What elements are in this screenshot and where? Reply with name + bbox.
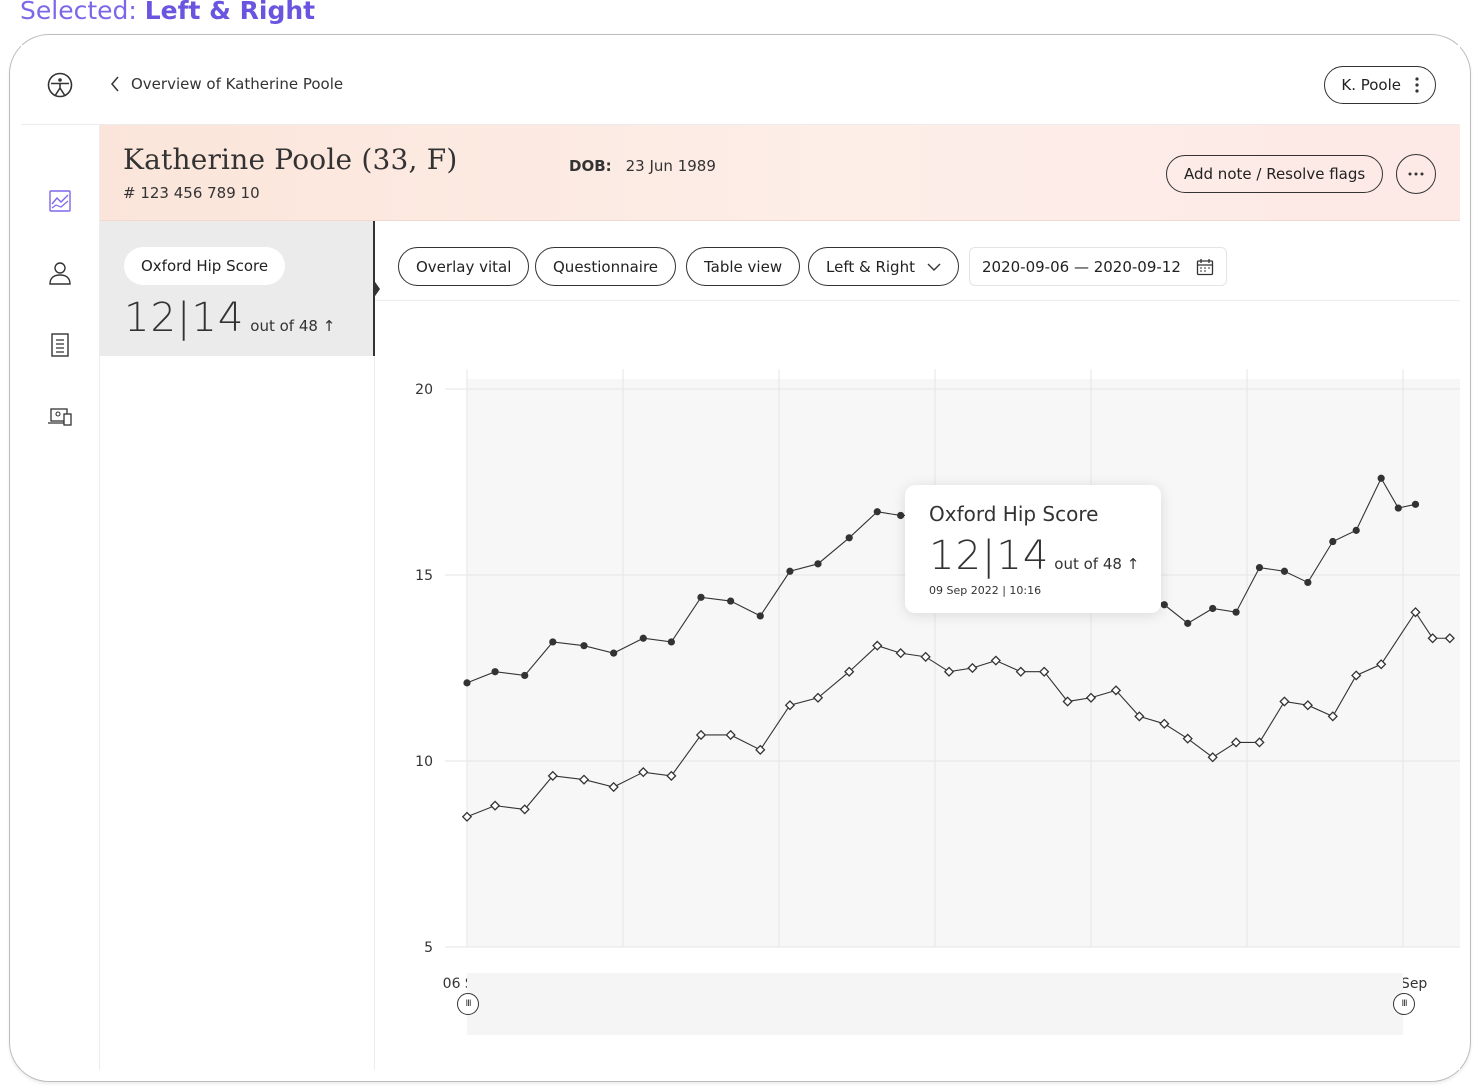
chevron-left-icon	[111, 76, 119, 92]
chart-tooltip: Oxford Hip Score 12|14 out of 48 ↑ 09 Se…	[905, 485, 1161, 613]
kebab-icon	[1415, 77, 1419, 93]
patient-banner: Katherine Poole (33, F) # 123 456 789 10…	[100, 125, 1460, 221]
data-point	[697, 593, 705, 601]
selection-caption: Selected: Left & Right	[20, 0, 315, 25]
document-icon[interactable]	[47, 332, 73, 358]
add-note-button[interactable]: Add note / Resolve flags	[1166, 155, 1384, 193]
tooltip-value: 12|14	[929, 533, 1050, 579]
range-scrubber[interactable]	[467, 973, 1403, 1035]
y-tick-label: 5	[424, 940, 433, 956]
data-point	[610, 649, 618, 657]
data-point	[897, 511, 905, 520]
chart-icon[interactable]	[47, 188, 73, 214]
table-view-button[interactable]: Table view	[686, 247, 801, 286]
score-suffix: out of 48 ↑	[250, 317, 336, 335]
chart-toolbar: Overlay vital Questionnaire Table view L…	[375, 221, 1460, 301]
tooltip-time: 09 Sep 2022 | 10:16	[929, 584, 1042, 597]
y-tick-label: 15	[415, 568, 433, 584]
data-point	[1411, 500, 1420, 508]
data-point	[1304, 578, 1312, 587]
patient-dob: DOB: 23 Jun 1989	[569, 157, 716, 175]
data-point	[814, 560, 822, 568]
data-point	[1232, 608, 1240, 616]
app-screen: Overview of Katherine Poole K. Poole Kat…	[21, 45, 1460, 1070]
back-link-label: Overview of Katherine Poole	[131, 75, 344, 93]
accessibility-icon[interactable]	[47, 72, 73, 98]
tooltip-suffix: out of 48 ↑	[1054, 555, 1140, 573]
data-point	[1352, 526, 1360, 534]
scrubber-handle-left[interactable]: III	[457, 993, 479, 1015]
dob-value: 23 Jun 1989	[625, 157, 716, 175]
caption-value: Left & Right	[144, 0, 316, 25]
dob-label: DOB:	[569, 157, 612, 175]
data-point	[549, 638, 557, 646]
user-menu-button[interactable]: K. Poole	[1324, 66, 1436, 104]
tooltip-title: Oxford Hip Score	[929, 502, 1099, 526]
caption-prefix: Selected:	[20, 0, 145, 25]
ellipsis-icon	[1408, 172, 1424, 176]
data-point	[1209, 604, 1217, 613]
y-tick-label: 10	[415, 754, 433, 770]
data-point	[1280, 567, 1289, 575]
data-point	[845, 534, 853, 542]
overlay-vital-button[interactable]: Overlay vital	[398, 247, 530, 286]
data-point	[786, 567, 794, 575]
more-options-button[interactable]	[1396, 154, 1436, 194]
top-bar: Overview of Katherine Poole K. Poole	[21, 45, 1460, 125]
questionnaire-button[interactable]: Questionnaire	[535, 247, 677, 286]
score-chip: Oxford Hip Score	[124, 247, 286, 285]
score-card-oxford-hip[interactable]: Oxford Hip Score 12|14 out of 48 ↑	[100, 221, 375, 356]
data-point	[639, 634, 647, 642]
data-point	[1394, 504, 1402, 512]
data-point	[1377, 474, 1385, 482]
date-range-value: 2020-09-06 — 2020-09-12	[982, 257, 1181, 276]
devices-icon[interactable]	[47, 404, 73, 430]
side-select[interactable]: Left & Right	[808, 247, 959, 286]
data-point	[491, 668, 499, 676]
tooltip-value-group: 12|14 out of 48 ↑	[929, 533, 1139, 579]
user-name: K. Poole	[1341, 76, 1401, 94]
user-icon[interactable]	[47, 260, 73, 286]
score-value-group: 12|14 out of 48 ↑	[124, 295, 335, 341]
calendar-icon	[1196, 258, 1214, 275]
data-point	[580, 642, 588, 650]
data-point	[521, 671, 529, 680]
chevron-down-icon	[927, 263, 941, 271]
score-value: 12|14	[124, 295, 245, 341]
data-point	[1160, 601, 1168, 609]
scrubber-handle-right[interactable]: III	[1393, 993, 1415, 1015]
side-select-value: Left & Right	[826, 257, 915, 276]
date-range-picker[interactable]: 2020-09-06 — 2020-09-12	[969, 247, 1227, 286]
data-point	[756, 612, 764, 620]
data-point	[667, 638, 675, 646]
patient-id: # 123 456 789 10	[123, 184, 260, 202]
y-tick-label: 20	[415, 382, 433, 398]
plot-area	[467, 379, 1460, 947]
patient-name: Katherine Poole (33, F)	[123, 143, 458, 176]
back-link[interactable]: Overview of Katherine Poole	[109, 75, 343, 93]
data-point	[1184, 619, 1192, 627]
data-point	[463, 679, 471, 687]
data-point	[1329, 537, 1337, 546]
chart-svg: 201510506 Sep07 Sep08 Sep09 Sep10 Sep11 …	[415, 369, 1460, 992]
side-rail	[21, 125, 100, 1070]
data-point	[727, 597, 735, 605]
data-point	[873, 508, 881, 516]
oxford-hip-chart: 201510506 Sep07 Sep08 Sep09 Sep10 Sep11 …	[375, 301, 1460, 1070]
measurement-list: Oxford Hip Score 12|14 out of 48 ↑	[100, 221, 380, 1070]
data-point	[1255, 563, 1264, 572]
